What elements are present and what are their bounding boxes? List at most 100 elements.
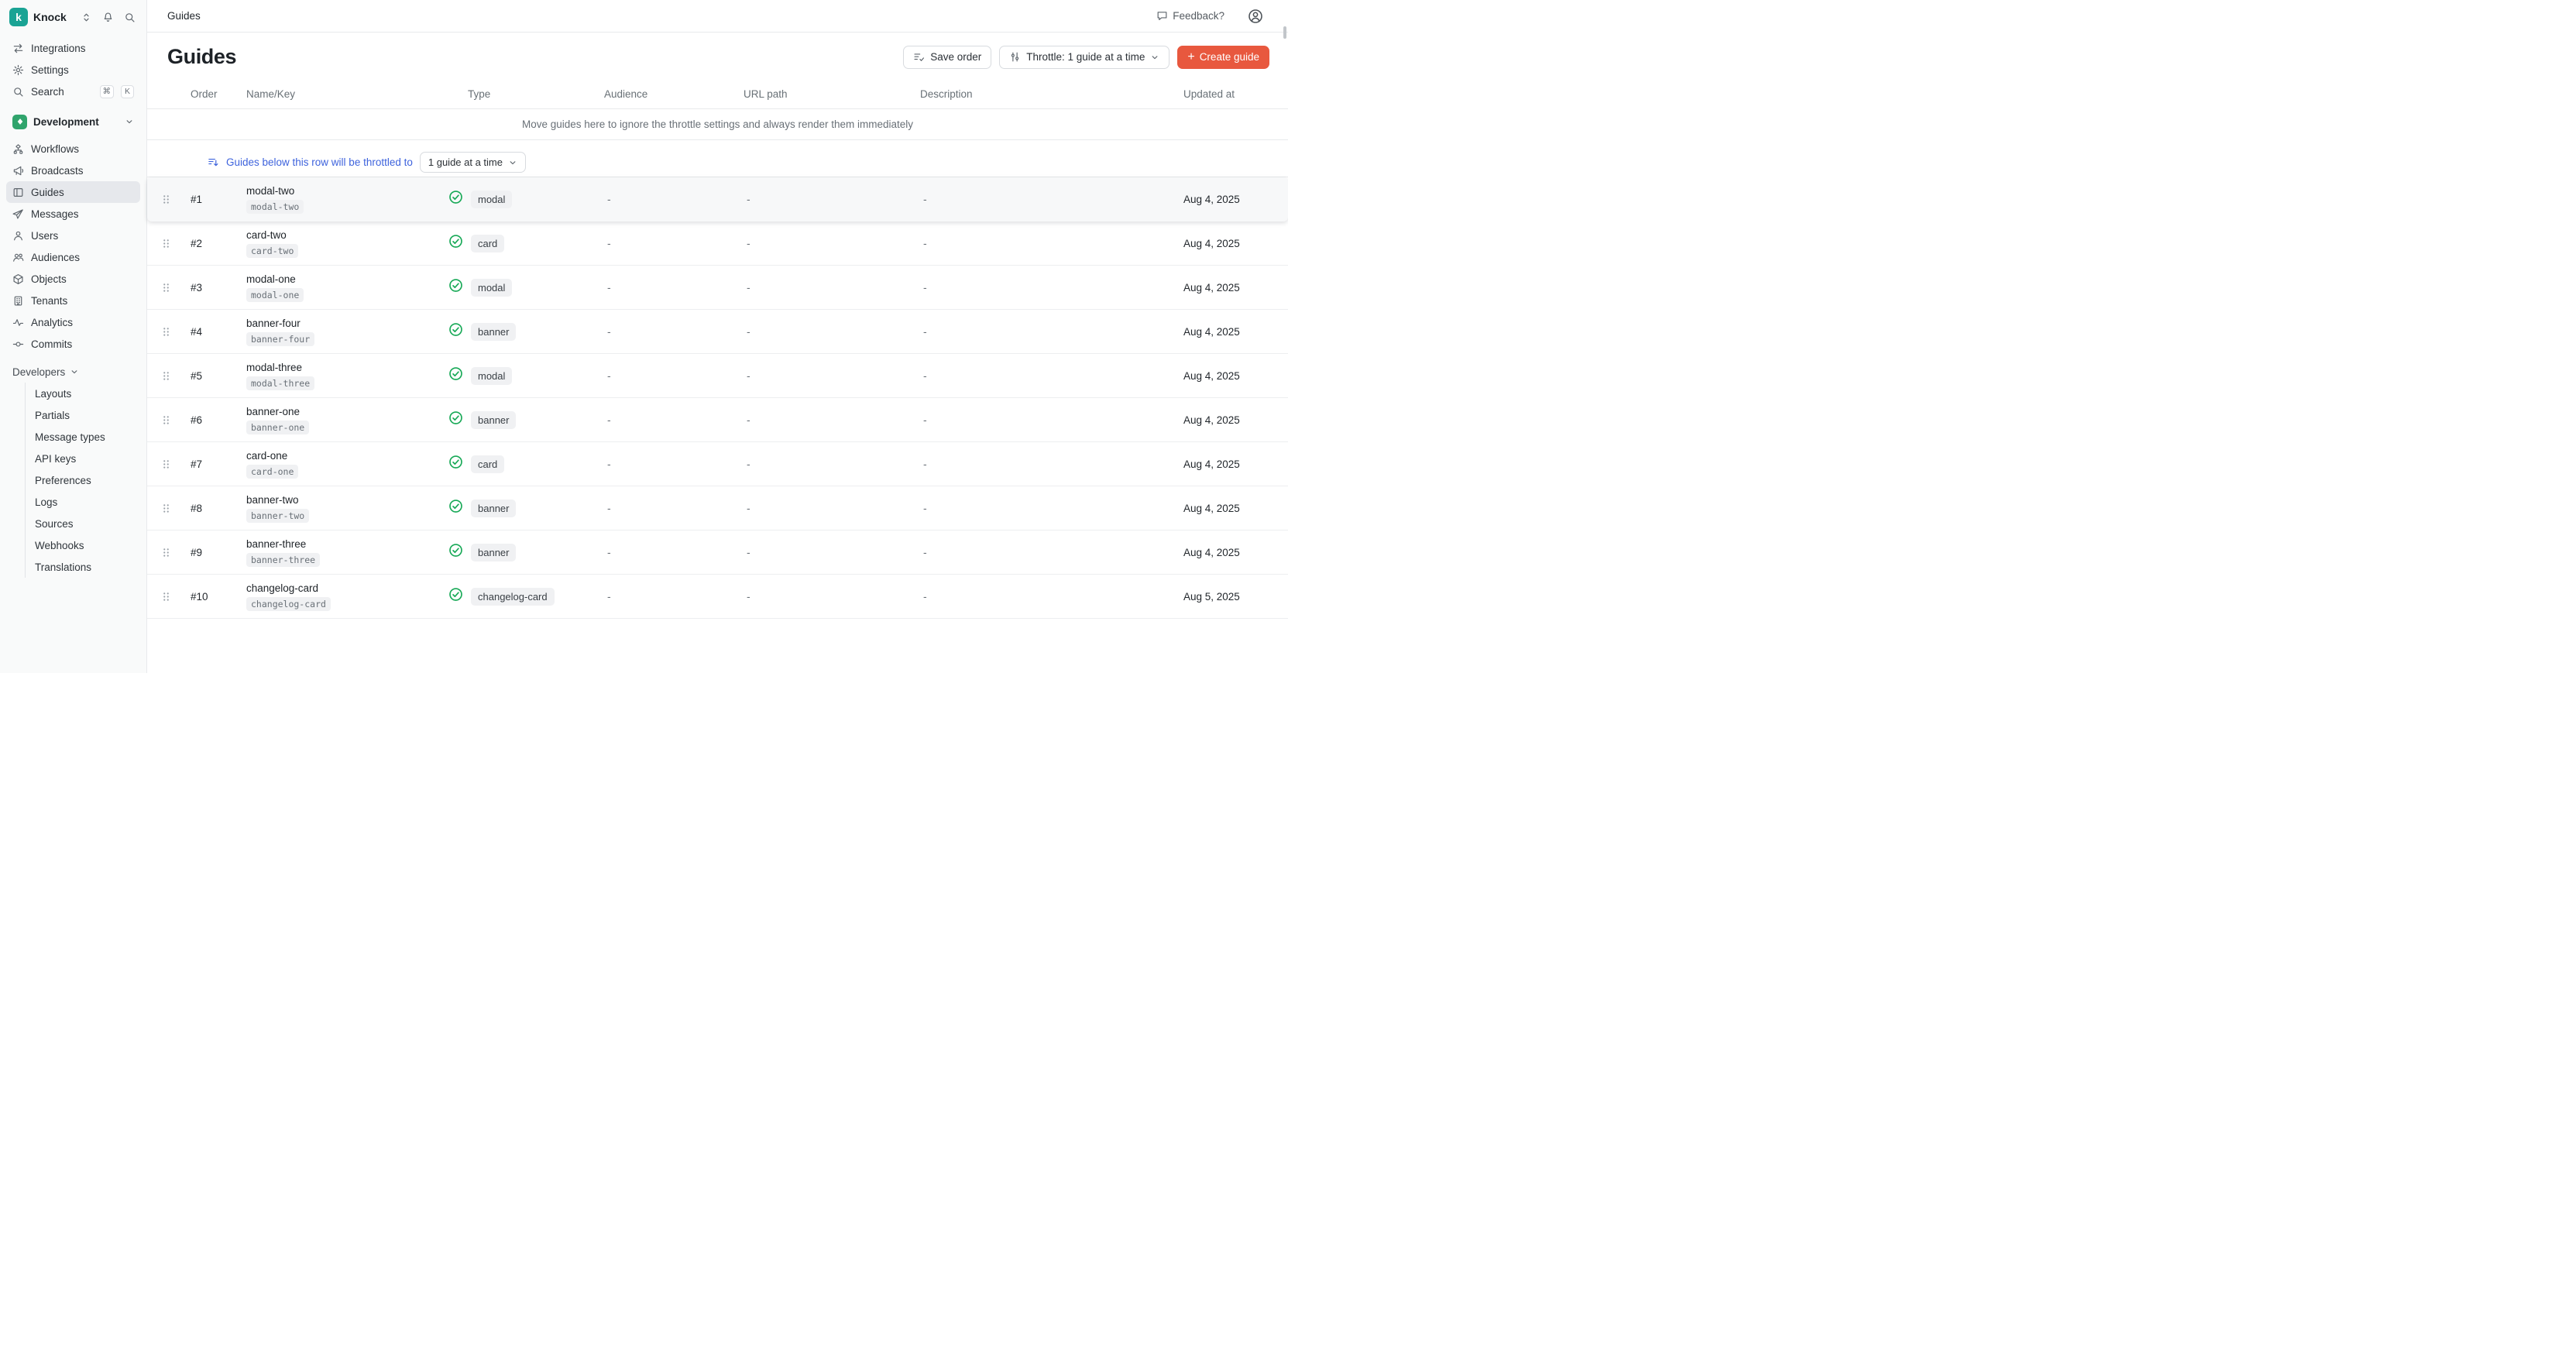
sidebar-subitem[interactable]: Sources <box>26 513 140 534</box>
feedback-label: Feedback? <box>1173 10 1224 22</box>
developers-section-toggle[interactable]: Developers <box>6 361 140 383</box>
sidebar-subitem[interactable]: Message types <box>26 426 140 448</box>
ignore-throttle-dropzone[interactable]: Move guides here to ignore the throttle … <box>147 109 1288 140</box>
row-order: #1 <box>184 194 234 205</box>
sidebar-item-search[interactable]: Search ⌘ K <box>6 81 140 102</box>
chevron-down-icon <box>1150 53 1159 62</box>
table-row[interactable]: #4 banner-four banner-four banner <box>147 310 1288 354</box>
sidebar-subitem-label: Webhooks <box>35 540 84 551</box>
sidebar-subitem[interactable]: Logs <box>26 491 140 513</box>
chevron-down-icon <box>125 117 134 126</box>
sidebar: k Knock Integrations Settin <box>0 0 147 673</box>
sidebar-subitem[interactable]: Partials <box>26 404 140 426</box>
guide-name-link[interactable]: banner-one <box>246 406 300 417</box>
sidebar-item-settings[interactable]: Settings <box>6 59 140 81</box>
table-row[interactable]: #3 modal-one modal-one modal <box>147 266 1288 310</box>
guide-name-link[interactable]: banner-four <box>246 318 301 329</box>
description-value: - <box>920 502 1183 514</box>
row-order: #10 <box>184 591 234 603</box>
description-value: - <box>920 414 1183 426</box>
throttle-value-dropdown[interactable]: 1 guide at a time <box>420 152 526 173</box>
throttle-dropdown-button[interactable]: Throttle: 1 guide at a time <box>999 46 1170 69</box>
guide-name-link[interactable]: banner-three <box>246 538 306 550</box>
guide-name-link[interactable]: modal-two <box>246 185 294 197</box>
drag-handle-icon[interactable] <box>159 589 173 604</box>
sidebar-item-workflows[interactable]: Workflows <box>6 138 140 160</box>
table-row[interactable]: #1 modal-two modal-two modal <box>147 177 1288 221</box>
type-badge: banner <box>471 544 516 561</box>
guide-name-link[interactable]: card-one <box>246 450 287 462</box>
guide-name-link[interactable]: banner-two <box>246 494 299 506</box>
guide-key-badge: changelog-card <box>246 597 331 611</box>
sidebar-item-tenants[interactable]: Tenants <box>6 290 140 311</box>
drag-handle-icon[interactable] <box>159 324 173 339</box>
table-row[interactable]: #10 changelog-card changelog-card change… <box>147 575 1288 619</box>
table-row[interactable]: #8 banner-two banner-two banner <box>147 486 1288 531</box>
pulse-icon <box>12 317 24 328</box>
description-value: - <box>920 325 1183 338</box>
sidebar-item-guides[interactable]: Guides <box>6 181 140 203</box>
row-order: #8 <box>184 503 234 514</box>
chevron-down-icon <box>70 367 79 376</box>
drag-handle-icon[interactable] <box>159 413 173 427</box>
sidebar-subitem[interactable]: API keys <box>26 448 140 469</box>
scrollbar-thumb[interactable] <box>1283 26 1286 39</box>
drag-handle-icon[interactable] <box>159 545 173 560</box>
save-order-button[interactable]: Save order <box>903 46 991 69</box>
table-row[interactable]: #5 modal-three modal-three modal <box>147 354 1288 398</box>
sidebar-subitem[interactable]: Webhooks <box>26 534 140 556</box>
status-check-icon <box>448 543 463 561</box>
drag-handle-icon[interactable] <box>159 280 173 295</box>
sidebar-subitem[interactable]: Preferences <box>26 469 140 491</box>
sidebar-item-users[interactable]: Users <box>6 225 140 246</box>
sidebar-item-label: Audiences <box>31 252 80 263</box>
create-guide-button[interactable]: + Create guide <box>1177 46 1269 69</box>
table-row[interactable]: #7 card-one card-one card <box>147 442 1288 486</box>
throttle-divider-link[interactable]: Guides below this row will be throttled … <box>226 156 413 168</box>
feedback-button[interactable]: Feedback? <box>1152 9 1229 22</box>
notifications-button[interactable] <box>101 10 115 25</box>
type-badge: modal <box>471 367 512 385</box>
guide-name-link[interactable]: changelog-card <box>246 582 318 594</box>
guide-name-link[interactable]: modal-three <box>246 362 302 373</box>
drag-handle-icon[interactable] <box>159 192 173 207</box>
sidebar-item-integrations[interactable]: Integrations <box>6 37 140 59</box>
audience-value: - <box>604 369 744 382</box>
updated-at-value: Aug 4, 2025 <box>1183 282 1288 294</box>
sidebar-item-objects[interactable]: Objects <box>6 268 140 290</box>
sidebar-item-broadcasts[interactable]: Broadcasts <box>6 160 140 181</box>
drag-handle-icon[interactable] <box>159 457 173 472</box>
status-check-icon <box>448 499 463 517</box>
column-url-path: URL path <box>744 88 920 100</box>
bell-icon <box>102 12 114 23</box>
sidebar-item-commits[interactable]: Commits <box>6 333 140 355</box>
main-content: Guides Feedback? Guides Save order <box>147 0 1288 673</box>
app-window: k Knock Integrations Settin <box>0 0 1288 673</box>
sidebar-subitem[interactable]: Translations <box>26 556 140 578</box>
drag-handle-icon[interactable] <box>159 501 173 516</box>
audience-value: - <box>604 237 744 249</box>
account-menu-button[interactable] <box>1243 8 1268 25</box>
type-badge: card <box>471 455 504 473</box>
guide-key-badge: banner-four <box>246 332 314 346</box>
workspace-switch-button[interactable] <box>79 10 94 25</box>
table-row[interactable]: #2 card-two card-two card <box>147 221 1288 266</box>
ignore-throttle-text: Move guides here to ignore the throttle … <box>522 118 913 130</box>
sidebar-item-messages[interactable]: Messages <box>6 203 140 225</box>
sidebar-subitem[interactable]: Layouts <box>26 383 140 404</box>
cube-icon <box>12 273 24 285</box>
guide-name-link[interactable]: card-two <box>246 229 287 241</box>
sidebar-item-analytics[interactable]: Analytics <box>6 311 140 333</box>
table-row[interactable]: #6 banner-one banner-one banner <box>147 398 1288 442</box>
environment-switcher[interactable]: Development <box>6 110 140 133</box>
guide-name-link[interactable]: modal-one <box>246 273 296 285</box>
table-row[interactable]: #9 banner-three banner-three banner <box>147 531 1288 575</box>
search-button[interactable] <box>122 10 137 25</box>
updated-at-value: Aug 4, 2025 <box>1183 238 1288 249</box>
guide-key-badge: modal-three <box>246 376 314 390</box>
drag-handle-icon[interactable] <box>159 369 173 383</box>
guides-table: Order Name/Key Type Audience URL path De… <box>147 80 1288 673</box>
url-path-value: - <box>744 193 920 205</box>
drag-handle-icon[interactable] <box>159 236 173 251</box>
sidebar-item-audiences[interactable]: Audiences <box>6 246 140 268</box>
